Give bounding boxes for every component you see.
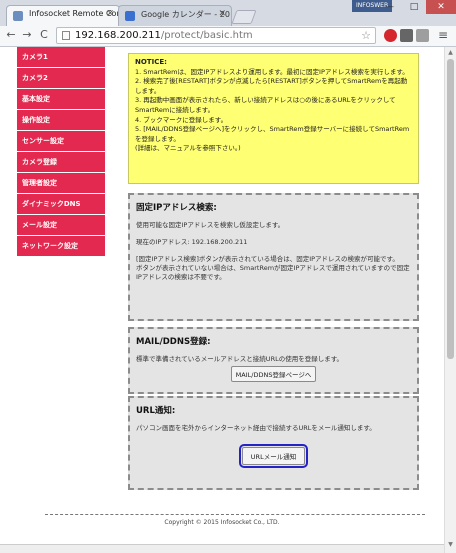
maximize-button[interactable]: □	[402, 0, 426, 14]
address-host: 192.168.200.211	[75, 30, 161, 41]
horizontal-scrollbar[interactable]	[0, 544, 444, 553]
ip-search-note: [固定IPアドレス検索]ボタンが表示されている場合は、固定IPアドレスの検索が可…	[136, 255, 411, 282]
sidebar-item-sensor-settings[interactable]: センサー設定	[17, 131, 105, 152]
current-ip-text: 現在のIPアドレス: 192.168.200.211	[136, 238, 248, 246]
notice-line: 2. 検索完了後[RESTART]ボタンが点滅したら[RESTART]ボタンを押…	[135, 77, 408, 95]
ip-search-section: 固定IPアドレス検索: 使用可能な固定IPアドレスを検索し仮設定します。 現在の…	[128, 193, 419, 321]
close-tab-icon[interactable]: ✕	[218, 9, 226, 19]
ip-search-description: 使用可能な固定IPアドレスを検索し仮設定します。	[136, 221, 285, 229]
url-notify-title: URL通知:	[136, 406, 176, 416]
sidebar-item-operation-settings[interactable]: 操作設定	[17, 110, 105, 131]
calendar-favicon-icon	[125, 11, 135, 21]
sidebar-menu: カメラ1 カメラ2 基本設定 操作設定 センサー設定 カメラ登録 管理者設定 ダ…	[17, 47, 105, 257]
sidebar-item-camera2[interactable]: カメラ2	[17, 68, 105, 89]
url-notify-section: URL通知: パソコン画面を宅外からインターネット経由で接続するURLをメール通…	[128, 396, 419, 490]
url-notify-description: パソコン画面を宅外からインターネット経由で接続するURLをメール通知します。	[136, 424, 376, 432]
menu-icon[interactable]: ≡	[436, 28, 450, 42]
forward-button[interactable]: →	[20, 28, 34, 42]
vertical-scrollbar[interactable]: ▲ ▼	[444, 47, 456, 553]
url-mail-notify-button[interactable]: URLメール通知	[238, 444, 309, 468]
new-tab-button[interactable]	[231, 10, 257, 24]
mail-ddns-title: MAIL/DDNS登録:	[136, 337, 211, 347]
sidebar-item-dynamic-dns[interactable]: ダイナミックDNS	[17, 194, 105, 215]
url-notify-button-wrap: URLメール通知	[136, 444, 411, 468]
browser-toolbar: ← → C 192.168.200.211/protect/basic.htm …	[0, 26, 456, 47]
sidebar-item-admin-settings[interactable]: 管理者設定	[17, 173, 105, 194]
download-icon[interactable]	[400, 29, 413, 42]
extension-icon[interactable]	[384, 29, 397, 42]
sidebar-item-basic-settings[interactable]: 基本設定	[17, 89, 105, 110]
mail-ddns-section: MAIL/DDNS登録: 標準で準備されているメールアドレスと接続URLの使用を…	[128, 327, 419, 394]
ip-search-note-1: [固定IPアドレス検索]ボタンが表示されている場合は、固定IPアドレスの検索が可…	[136, 255, 399, 263]
page-favicon-icon	[13, 11, 23, 21]
scroll-up-arrow-icon[interactable]: ▲	[446, 49, 455, 56]
sidebar-item-network-settings[interactable]: ネットワーク設定	[17, 236, 105, 257]
sidebar-item-mail-settings[interactable]: メール設定	[17, 215, 105, 236]
notice-line: 1. SmartRemは、固定IPアドレスより運用します。最初に固定IPアドレス…	[135, 67, 409, 76]
pdf-icon[interactable]	[416, 29, 429, 42]
page-viewport: カメラ1 カメラ2 基本設定 操作設定 センサー設定 カメラ登録 管理者設定 ダ…	[0, 47, 444, 553]
browser-tabstrip: Infosocket Remote Cor ✕ Google カレンダー - 2…	[0, 0, 456, 26]
notice-line: (詳細は、マニュアルを参照下さい。)	[135, 144, 241, 153]
tab-label: Google カレンダー - 20	[141, 10, 230, 19]
close-tab-icon[interactable]: ✕	[106, 9, 114, 19]
tab-infosocket[interactable]: Infosocket Remote Cor ✕	[6, 5, 120, 26]
page-icon	[62, 31, 70, 40]
ip-search-note-2: ボタンが表示されていない場合は、SmartRemが固定IPアドレスで運用されてい…	[136, 264, 410, 281]
notice-line: 3. 再起動中画面が表示されたら、新しい接続アドレスは○の後にあるURLをクリッ…	[135, 96, 396, 114]
ip-search-title: 固定IPアドレス検索:	[136, 203, 217, 213]
notice-title: NOTICE:	[135, 58, 167, 66]
reload-button[interactable]: C	[37, 28, 51, 42]
bookmark-star-icon[interactable]: ☆	[361, 28, 371, 43]
mail-ddns-button-wrap: MAIL/DDNS登録ページへ	[136, 366, 411, 382]
scroll-down-arrow-icon[interactable]: ▼	[446, 541, 455, 548]
footer-copyright: Copyright © 2015 Infosocket Co., LTD.	[164, 519, 280, 526]
close-window-button[interactable]: ✕	[426, 0, 456, 14]
notice-box: NOTICE: 1. SmartRemは、固定IPアドレスより運用します。最初に…	[128, 53, 419, 184]
mail-ddns-page-button[interactable]: MAIL/DDNS登録ページへ	[230, 366, 317, 382]
address-bar[interactable]: 192.168.200.211/protect/basic.htm ☆	[56, 27, 376, 44]
notice-line: 5. [MAIL/DDNS登録ページへ]をクリックし、SmartRem登録サーバ…	[135, 125, 410, 143]
footer-divider	[45, 514, 425, 515]
notice-line: 4. ブックマークに登録します。	[135, 115, 228, 124]
sidebar-item-camera-registration[interactable]: カメラ登録	[17, 152, 105, 173]
tab-google-calendar[interactable]: Google カレンダー - 20 ✕	[118, 5, 232, 26]
sidebar-item-camera1[interactable]: カメラ1	[17, 47, 105, 68]
address-path: /protect/basic.htm	[160, 30, 253, 41]
back-button[interactable]: ←	[4, 28, 18, 42]
scrollbar-thumb[interactable]	[447, 59, 454, 359]
minimize-button[interactable]: —	[377, 0, 402, 14]
mail-ddns-description: 標準で準備されているメールアドレスと接続URLの使用を登録します。	[136, 355, 344, 363]
